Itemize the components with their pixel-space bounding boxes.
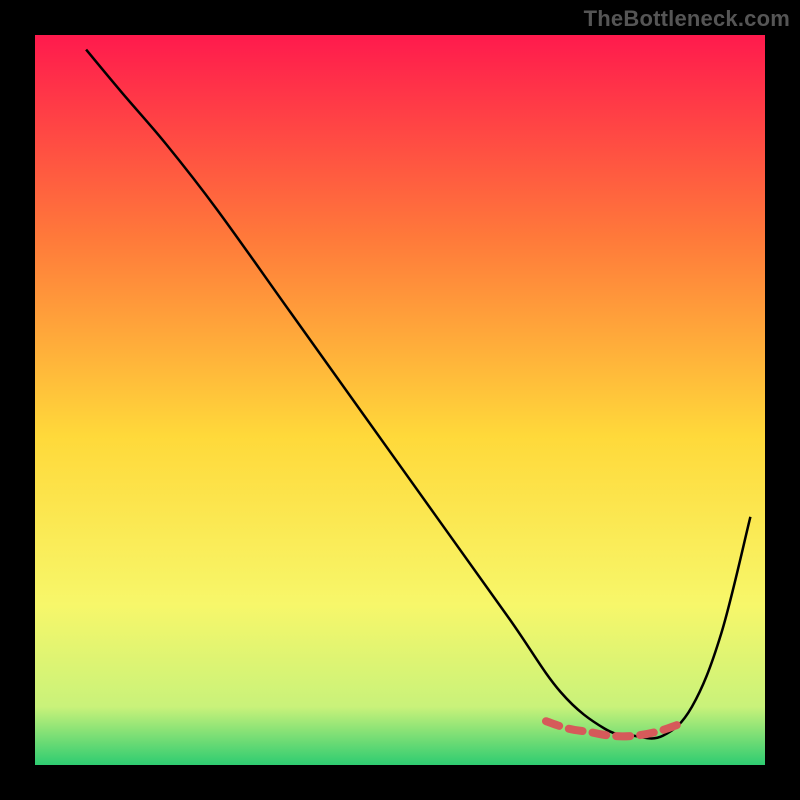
bottleneck-chart — [0, 0, 800, 800]
plot-gradient-background — [35, 35, 765, 765]
watermark-label: TheBottleneck.com — [584, 6, 790, 32]
chart-container: TheBottleneck.com — [0, 0, 800, 800]
